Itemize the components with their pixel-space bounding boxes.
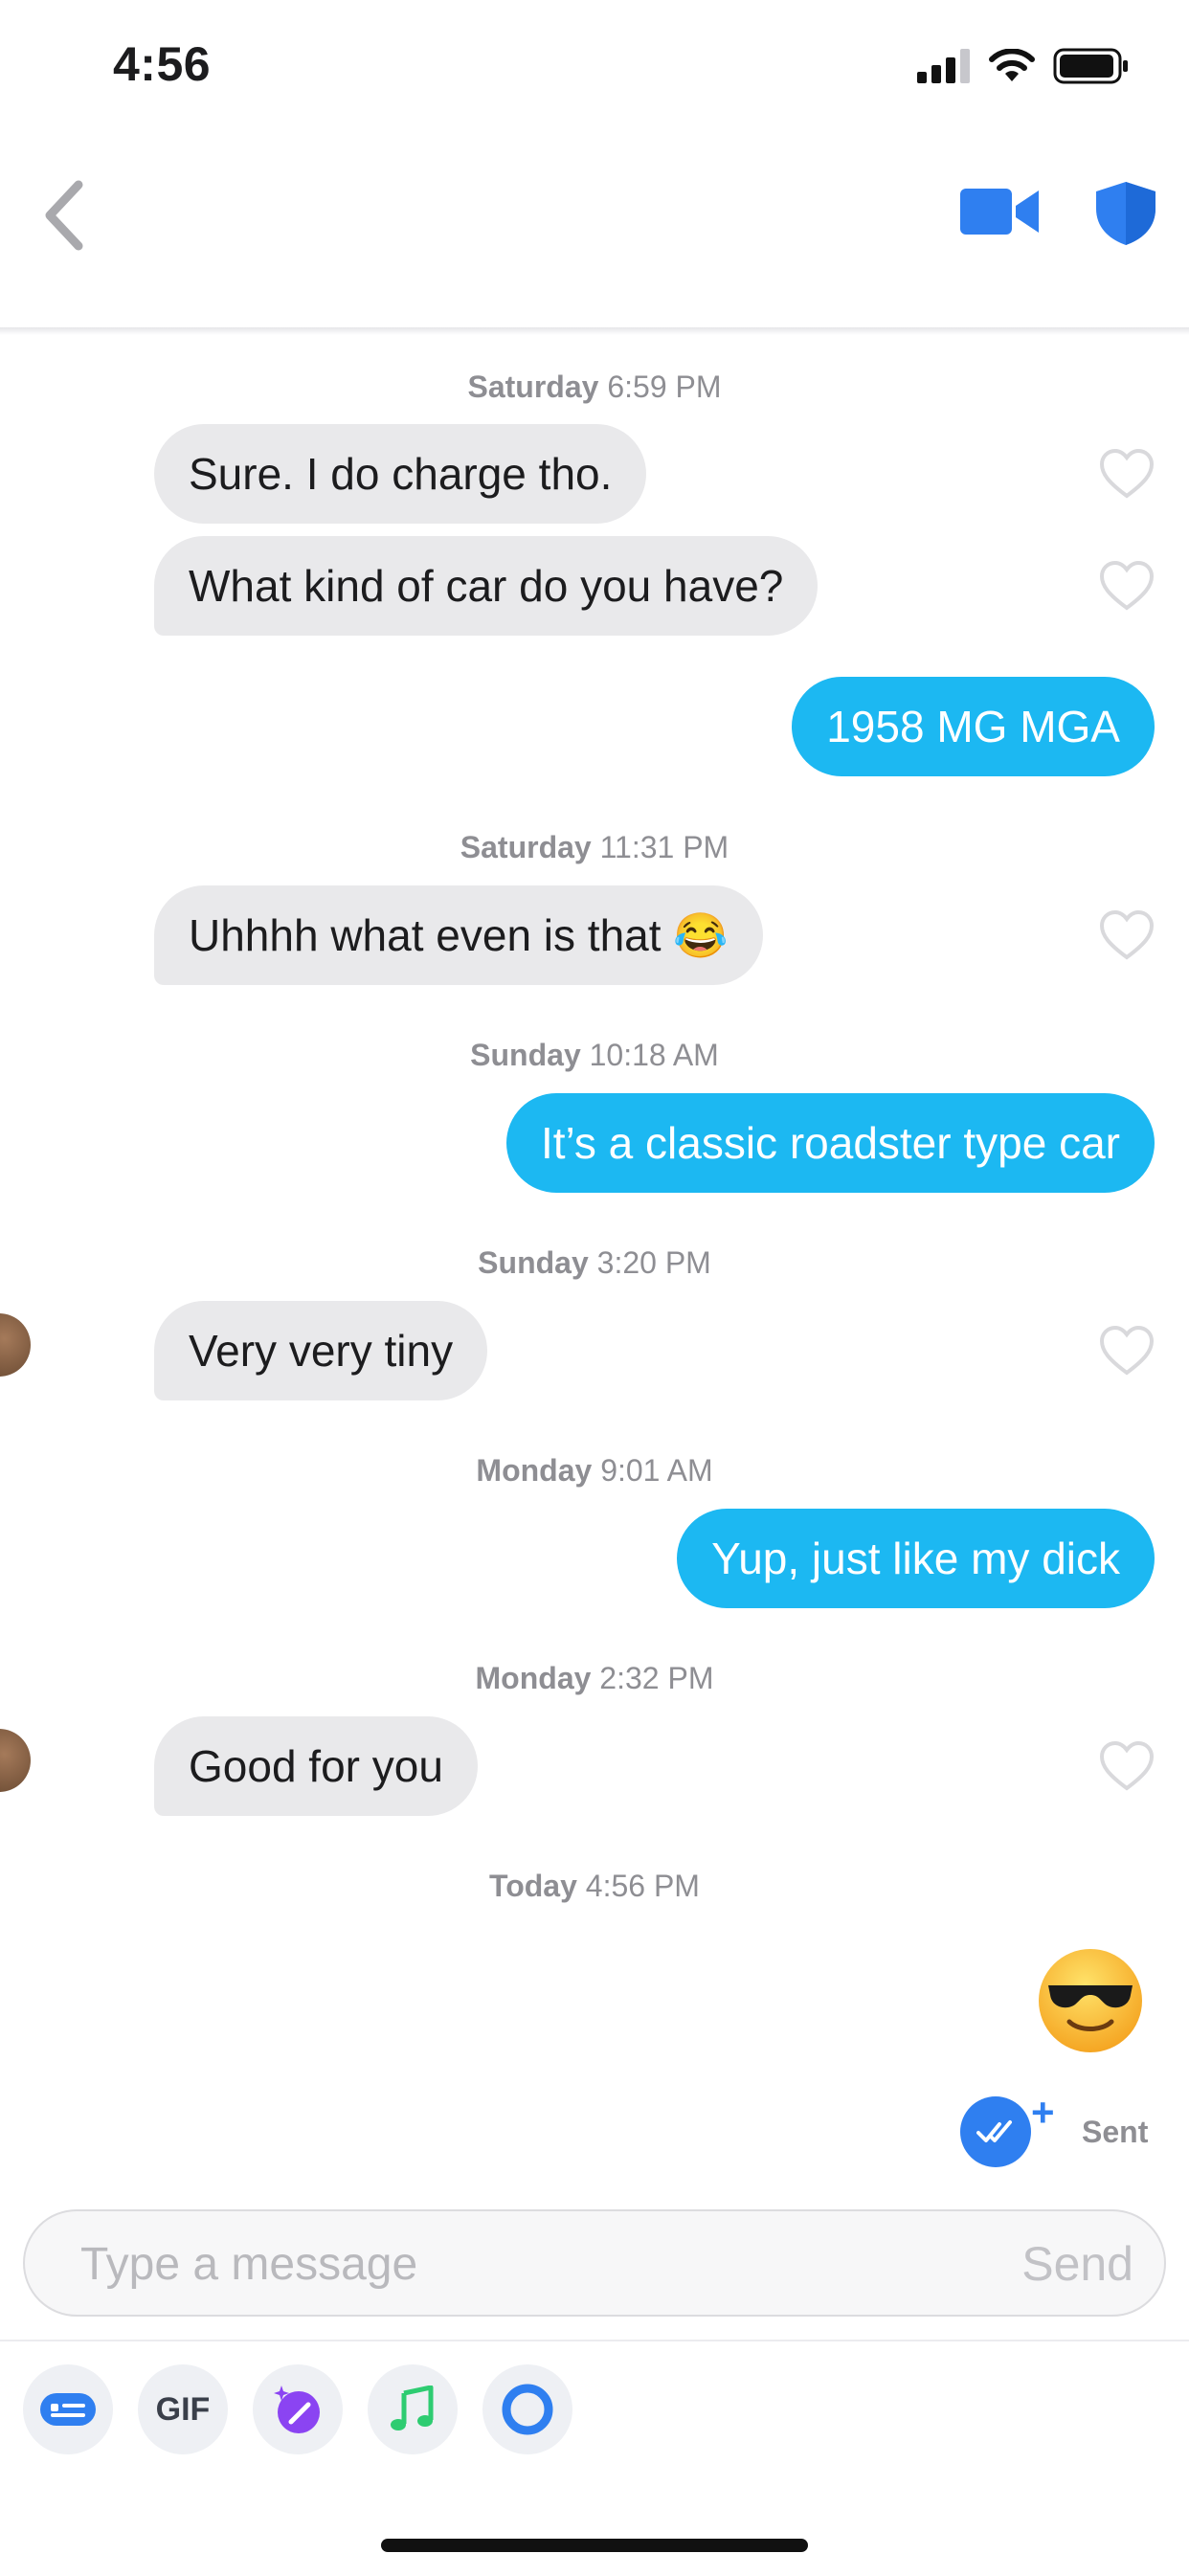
sparkle-sticker-icon <box>274 2386 320 2433</box>
outgoing-message-bubble[interactable]: It’s a classic roadster type car <box>505 1093 1155 1193</box>
cellular-signal-icon <box>917 49 970 83</box>
message-timestamp: Sunday 3:20 PM <box>478 1245 711 1280</box>
heart-icon[interactable] <box>1099 1740 1155 1792</box>
send-button[interactable]: Send <box>1021 2236 1133 2292</box>
read-receipt-plus[interactable]: + <box>1031 2093 1055 2133</box>
message-card-icon <box>40 2393 96 2426</box>
heart-icon[interactable] <box>1099 448 1155 500</box>
sunglasses-emoji-message[interactable]: 😎 <box>1037 1947 1144 2054</box>
loop-button[interactable] <box>482 2364 572 2454</box>
ring-icon <box>502 2384 553 2435</box>
shield-icon[interactable] <box>1094 180 1157 247</box>
incoming-message-bubble[interactable]: Good for you <box>154 1716 478 1816</box>
incoming-message-bubble[interactable]: Uhhhh what even is that 😂 <box>154 885 763 985</box>
home-indicator <box>381 2539 808 2552</box>
music-button[interactable] <box>368 2364 458 2454</box>
magic-sticker-button[interactable] <box>253 2364 343 2454</box>
match-avatar[interactable] <box>0 1729 31 1792</box>
incoming-message-bubble[interactable]: Very very tiny <box>154 1301 488 1400</box>
message-timestamp: Sunday 10:18 AM <box>470 1038 719 1072</box>
outgoing-message-bubble[interactable]: 1958 MG MGA <box>792 677 1155 776</box>
wifi-icon <box>989 49 1035 81</box>
gif-label: GIF <box>155 2390 211 2428</box>
status-time: 4:56 <box>113 37 212 91</box>
sent-status: Sent <box>1082 2115 1149 2149</box>
message-timestamp: Saturday 11:31 PM <box>460 830 729 864</box>
music-note-icon <box>391 2386 434 2430</box>
double-check-icon <box>976 2120 1012 2142</box>
video-camera-icon[interactable] <box>960 185 1039 238</box>
heart-icon[interactable] <box>1099 560 1155 612</box>
toolbar-divider <box>0 2340 1189 2341</box>
message-timestamp: Monday 2:32 PM <box>475 1661 714 1695</box>
message-timestamp: Today 4:56 PM <box>489 1869 700 1903</box>
header-divider <box>0 327 1189 335</box>
incoming-message-bubble[interactable]: What kind of car do you have? <box>154 536 819 636</box>
message-input[interactable] <box>79 2211 944 2317</box>
battery-icon <box>1053 48 1128 84</box>
read-receipt-badge[interactable] <box>960 2096 1031 2167</box>
message-composer: Send <box>23 2209 1166 2317</box>
match-avatar[interactable] <box>0 1313 31 1377</box>
sticker-card-button[interactable] <box>23 2364 113 2454</box>
status-icons <box>917 48 1130 84</box>
incoming-message-bubble[interactable]: Sure. I do charge tho. <box>154 424 647 524</box>
chevron-left-icon[interactable] <box>36 177 94 254</box>
gif-button[interactable]: GIF <box>138 2364 228 2454</box>
outgoing-message-bubble[interactable]: Yup, just like my dick <box>677 1509 1155 1608</box>
heart-icon[interactable] <box>1099 1325 1155 1377</box>
message-timestamp: Saturday 6:59 PM <box>467 370 722 404</box>
message-timestamp: Monday 9:01 AM <box>476 1453 713 1488</box>
heart-icon[interactable] <box>1099 909 1155 961</box>
